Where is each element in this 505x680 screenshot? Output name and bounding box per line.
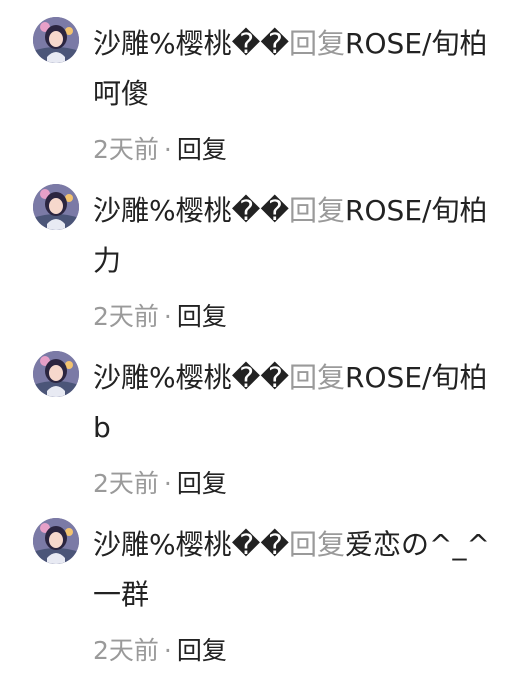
avatar-image-icon <box>33 351 79 397</box>
comment-header: 沙雕%樱桃��回复ROSE/旬柏 <box>93 22 505 66</box>
comment-meta: 2天前 · 回复 <box>93 297 227 337</box>
reply-label: 回复 <box>289 27 346 60</box>
comment-meta: 2天前 · 回复 <box>93 130 227 170</box>
timestamp: 2天前 <box>93 302 159 331</box>
meta-separator: · <box>163 469 172 498</box>
username[interactable]: 沙雕%樱桃�� <box>93 528 289 561</box>
avatar-image-icon <box>33 184 79 230</box>
timestamp: 2天前 <box>93 135 159 164</box>
reply-button[interactable]: 回复 <box>177 302 227 331</box>
avatar[interactable] <box>33 17 79 63</box>
comment-meta: 2天前 · 回复 <box>93 464 227 504</box>
meta-separator: · <box>163 636 172 665</box>
reply-label: 回复 <box>289 194 346 227</box>
reply-target-username[interactable]: ROSE/旬柏 <box>345 194 487 227</box>
comment-text: 力 <box>93 244 122 277</box>
avatar[interactable] <box>33 351 79 397</box>
comment-text: b <box>93 411 111 444</box>
reply-button[interactable]: 回复 <box>177 636 227 665</box>
timestamp: 2天前 <box>93 469 159 498</box>
reply-target-username[interactable]: ROSE/旬柏 <box>345 361 487 394</box>
reply-button[interactable]: 回复 <box>177 135 227 164</box>
meta-separator: · <box>163 135 172 164</box>
avatar[interactable] <box>33 518 79 564</box>
comment-item: 沙雕%樱桃��回复ROSE/旬柏 呵傻 2天前 · 回复 <box>0 0 505 167</box>
comment-text: 一群 <box>93 578 150 611</box>
timestamp: 2天前 <box>93 636 159 665</box>
username[interactable]: 沙雕%樱桃�� <box>93 27 289 60</box>
meta-separator: · <box>163 302 172 331</box>
reply-button[interactable]: 回复 <box>177 469 227 498</box>
reply-target-username[interactable]: ROSE/旬柏 <box>345 27 487 60</box>
avatar[interactable] <box>33 184 79 230</box>
comment-meta: 2天前 · 回复 <box>93 631 227 671</box>
comment-item: 沙雕%樱桃��回复ROSE/旬柏 b 2天前 · 回复 <box>0 334 505 501</box>
username[interactable]: 沙雕%樱桃�� <box>93 361 289 394</box>
comment-header: 沙雕%樱桃��回复爱恋の^_^ <box>93 523 505 567</box>
comment-item: 沙雕%樱桃��回复ROSE/旬柏 力 2天前 · 回复 <box>0 167 505 334</box>
avatar-image-icon <box>33 17 79 63</box>
comment-header: 沙雕%樱桃��回复ROSE/旬柏 <box>93 189 505 233</box>
reply-target-username[interactable]: 爱恋の^_^ <box>345 528 490 561</box>
reply-label: 回复 <box>289 361 346 394</box>
comment-item: 沙雕%樱桃��回复爱恋の^_^ 一群 2天前 · 回复 <box>0 501 505 668</box>
comment-text: 呵傻 <box>93 77 150 110</box>
username[interactable]: 沙雕%樱桃�� <box>93 194 289 227</box>
comment-thread: 沙雕%樱桃��回复ROSE/旬柏 呵傻 2天前 · 回复 沙雕%樱桃��回复ROSE… <box>0 0 505 680</box>
avatar-image-icon <box>33 518 79 564</box>
reply-label: 回复 <box>289 528 346 561</box>
comment-header: 沙雕%樱桃��回复ROSE/旬柏 <box>93 356 505 400</box>
